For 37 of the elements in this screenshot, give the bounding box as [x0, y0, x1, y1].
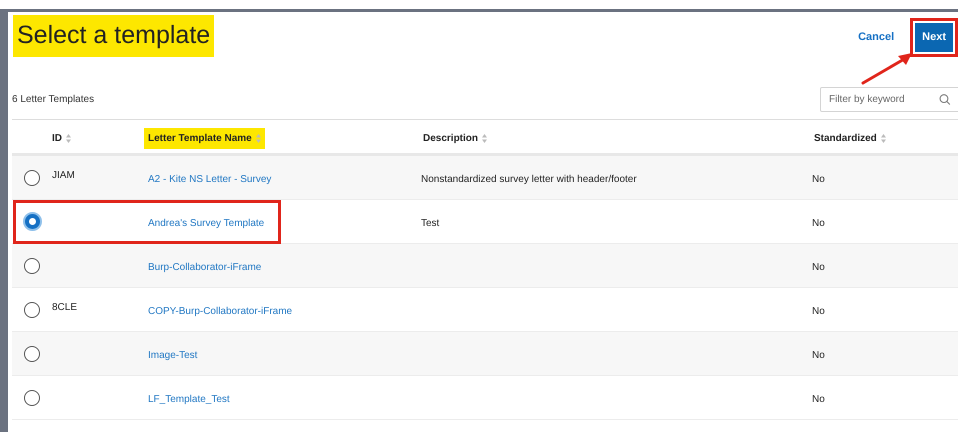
page-title: Select a template	[13, 15, 214, 56]
sort-icon	[880, 134, 886, 142]
radio-button[interactable]	[24, 390, 40, 406]
id-cell-text: JIAM	[51, 170, 75, 180]
template-name-link[interactable]: Burp-Collaborator-iFrame	[144, 262, 262, 272]
column-header[interactable]: ID	[48, 128, 75, 148]
next-button[interactable]: Next	[915, 23, 953, 52]
standardized-cell-text: No	[811, 262, 825, 272]
description-cell-text: Test	[420, 218, 440, 228]
template-name-link[interactable]: Image-Test	[144, 350, 198, 360]
radio-button[interactable]	[24, 302, 40, 318]
standardized-cell-text: No	[811, 306, 825, 316]
template-name-link[interactable]: LF_Template_Test	[144, 394, 230, 404]
sort-icon	[66, 134, 71, 142]
standardized-cell-text: No	[811, 350, 825, 360]
template-count: 6 Letter Templates	[11, 93, 94, 107]
radio-button[interactable]	[24, 346, 40, 362]
sort-icon	[256, 134, 261, 142]
column-header[interactable]: Standardized	[810, 128, 890, 148]
search-icon	[939, 93, 951, 106]
template-name-link[interactable]: COPY-Burp-Collaborator-iFrame	[144, 306, 292, 316]
filter-input[interactable]: Filter by keyword	[829, 92, 940, 107]
description-cell-text: Nonstandardized survey letter with header/footer	[420, 174, 637, 184]
standardized-cell-text: No	[811, 218, 825, 228]
id-cell-text: 8CLE	[51, 302, 78, 312]
template-name-link[interactable]: Andrea's Survey Template	[144, 218, 264, 228]
standardized-cell-text: No	[811, 394, 825, 404]
column-header[interactable]: Letter Template Name	[144, 128, 265, 148]
sort-icon	[482, 134, 488, 142]
filter-field[interactable]: Filter by keyword	[820, 87, 958, 112]
radio-button[interactable]	[24, 258, 40, 274]
radio-button[interactable]	[24, 170, 40, 186]
cancel-link[interactable]: Cancel	[856, 23, 896, 52]
radio-button[interactable]	[22, 212, 42, 231]
standardized-cell-text: No	[811, 174, 825, 184]
column-header[interactable]: Description	[419, 128, 492, 148]
template-name-link[interactable]: A2 - Kite NS Letter - Survey	[144, 174, 272, 184]
